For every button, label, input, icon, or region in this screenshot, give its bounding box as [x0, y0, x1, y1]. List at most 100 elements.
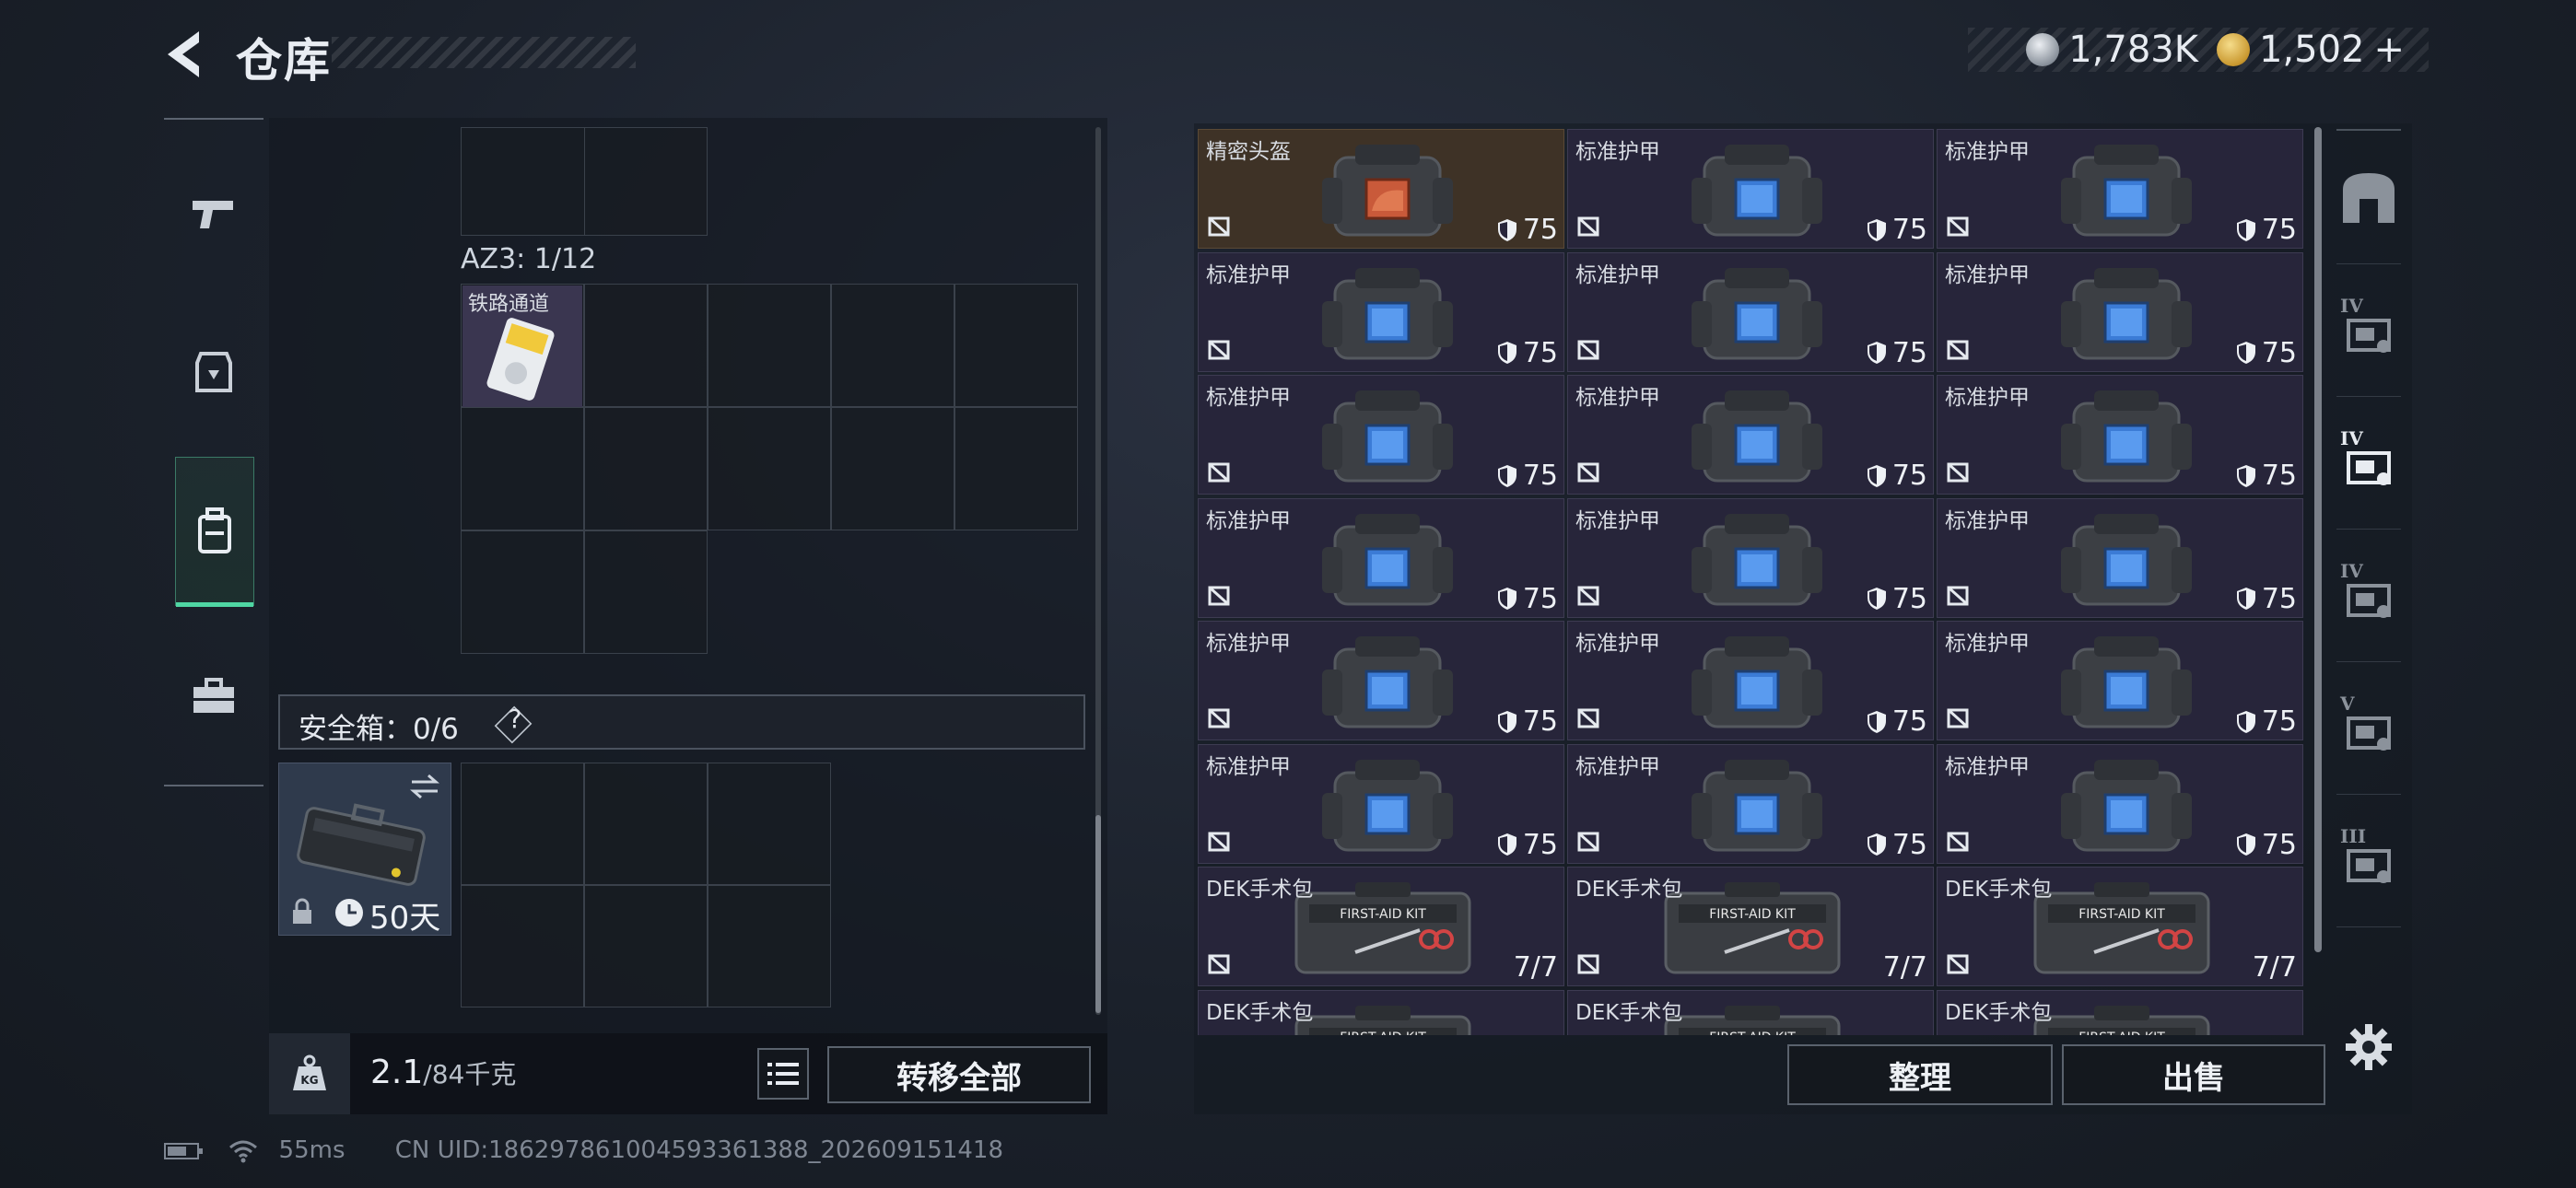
no-sell-marker — [1575, 460, 1601, 488]
az3-grid-cell[interactable] — [584, 284, 708, 407]
no-sell-marker — [1575, 584, 1601, 611]
settings-button[interactable] — [2344, 1022, 2394, 1072]
tab-armor[interactable] — [175, 317, 252, 427]
tidy-button[interactable]: 整理 — [1787, 1044, 2053, 1105]
item-card[interactable]: FIRST-AID KIT DEK手术包 7/7 — [1198, 867, 1564, 986]
item-card[interactable]: 标准护甲 75 — [1937, 375, 2303, 495]
item-card[interactable]: 标准护甲 75 — [1198, 251, 1564, 372]
az3-grid-cell[interactable] — [584, 530, 708, 654]
safe-grid-cell[interactable] — [584, 763, 708, 885]
title-decoration — [332, 37, 636, 68]
item-image — [1318, 264, 1457, 369]
item-value-text: 75 — [1891, 828, 1927, 861]
filter-tab-3[interactable]: IV — [2336, 396, 2401, 530]
secure-case-item[interactable]: 50天 — [278, 763, 451, 937]
tab-backpack[interactable] — [175, 457, 254, 607]
safe-grid-cell[interactable] — [584, 885, 708, 1007]
filter-tab-1[interactable] — [2336, 131, 2401, 264]
item-card[interactable]: 标准护甲 75 — [1198, 743, 1564, 864]
az3-grid-cell[interactable] — [708, 407, 831, 530]
item-card[interactable]: 标准护甲 75 — [1567, 621, 1934, 740]
az3-grid-cell[interactable] — [461, 530, 584, 654]
item-name: 标准护甲 — [1206, 632, 1291, 656]
clock-icon — [335, 899, 363, 926]
item-card[interactable]: 标准护甲 75 — [1567, 497, 1934, 618]
az3-grid-cell[interactable] — [708, 284, 831, 407]
item-name: 标准护甲 — [1206, 508, 1291, 533]
az3-grid-cell[interactable] — [584, 407, 708, 530]
safe-grid-cell[interactable] — [461, 763, 584, 885]
medkit-icon: FIRST-AID KIT — [1664, 882, 1841, 974]
no-sell-marker — [1575, 338, 1601, 366]
safe-grid[interactable] — [461, 763, 831, 1007]
railway-item-slot[interactable]: 铁路通道 — [463, 285, 582, 407]
svg-text:FIRST-AID KIT: FIRST-AID KIT — [1709, 1031, 1796, 1036]
backpack-icon — [198, 507, 231, 553]
left-footer: KG 2.1/84千克 转移全部 — [269, 1033, 1107, 1114]
item-card[interactable]: 标准护甲 75 — [1937, 743, 2303, 864]
svg-text:KG: KG — [300, 1074, 318, 1087]
az3-grid-cell[interactable] — [831, 407, 954, 530]
back-button[interactable] — [158, 26, 216, 83]
safe-help-button[interactable]: ? — [501, 704, 529, 734]
az3-grid-cell[interactable] — [954, 407, 1078, 530]
item-card[interactable]: FIRST-AID KIT DEK手术包 — [1937, 989, 2303, 1035]
item-card[interactable]: 标准护甲 75 — [1937, 497, 2303, 618]
no-sell-icon — [1577, 216, 1599, 237]
item-image — [1318, 756, 1457, 861]
safe-grid-cell[interactable] — [461, 885, 584, 1007]
category-tabs — [164, 118, 263, 786]
az3-grid-cell[interactable] — [831, 284, 954, 407]
item-value-text: 75 — [1891, 582, 1927, 615]
item-card[interactable]: 标准护甲 75 — [1567, 375, 1934, 495]
add-gold-button[interactable]: + — [2373, 29, 2405, 71]
item-value: 75 — [2236, 705, 2297, 738]
item-name: 标准护甲 — [1945, 632, 2030, 656]
item-value-text: 75 — [2261, 828, 2297, 861]
item-image: FIRST-AID KIT — [1291, 879, 1475, 984]
no-sell-marker — [1575, 215, 1601, 242]
no-sell-marker — [1206, 584, 1232, 611]
medkit-icon: FIRST-AID KIT — [1294, 1005, 1471, 1035]
transfer-all-button[interactable]: 转移全部 — [827, 1046, 1091, 1103]
item-card[interactable]: 标准护甲 75 — [1198, 621, 1564, 740]
tab-weapons[interactable] — [175, 158, 252, 269]
gold-currency[interactable]: 1,502 + — [2216, 29, 2405, 71]
no-sell-icon — [1208, 216, 1230, 237]
list-view-button[interactable] — [757, 1048, 809, 1100]
item-card[interactable]: 标准护甲 75 — [1567, 743, 1934, 864]
list-icon — [767, 1063, 799, 1085]
item-card[interactable]: FIRST-AID KIT DEK手术包 — [1567, 989, 1934, 1036]
ping-readout: 55ms — [278, 1136, 345, 1164]
item-card[interactable]: 标准护甲 75 — [1198, 375, 1564, 495]
silver-amount: 1,783K — [2068, 29, 2198, 71]
item-card[interactable]: 标准护甲 75 — [1198, 497, 1564, 618]
filter-tab-4[interactable]: IV — [2336, 529, 2401, 662]
az3-grid-cell[interactable] — [954, 284, 1078, 407]
filter-tab-5[interactable]: V — [2336, 661, 2401, 795]
medkit-icon: FIRST-AID KIT — [2033, 882, 2210, 974]
lock-icon — [293, 898, 311, 924]
item-image — [2057, 756, 2195, 861]
safe-grid-cell[interactable] — [708, 763, 831, 885]
item-card[interactable]: 标准护甲 75 — [1937, 621, 2303, 740]
swap-icon[interactable] — [408, 773, 441, 800]
right-scrollbar[interactable] — [2314, 127, 2322, 952]
item-card[interactable]: 标准护甲 75 — [1937, 129, 2303, 249]
filter-tab-2[interactable]: IV — [2336, 263, 2401, 397]
filter-tab-6[interactable]: III — [2336, 794, 2401, 927]
item-card[interactable]: 标准护甲 75 — [1937, 251, 2303, 372]
tab-cases[interactable] — [175, 641, 252, 751]
durability-shield-icon — [1867, 342, 1886, 364]
silver-coin-icon — [2026, 33, 2060, 66]
item-card[interactable]: FIRST-AID KIT DEK手术包 7/7 — [1937, 867, 2303, 986]
left-scroll-thumb[interactable] — [1095, 815, 1101, 1013]
item-card[interactable]: 精密头盔 75 — [1198, 129, 1564, 249]
item-card[interactable]: FIRST-AID KIT DEK手术包 — [1198, 989, 1564, 1035]
item-card[interactable]: 标准护甲 75 — [1567, 129, 1934, 249]
item-card[interactable]: FIRST-AID KIT DEK手术包 7/7 — [1567, 867, 1934, 986]
item-card[interactable]: 标准护甲 75 — [1567, 251, 1934, 372]
sell-button[interactable]: 出售 — [2062, 1044, 2325, 1105]
az3-grid-cell[interactable] — [461, 407, 584, 530]
safe-grid-cell[interactable] — [708, 885, 831, 1007]
